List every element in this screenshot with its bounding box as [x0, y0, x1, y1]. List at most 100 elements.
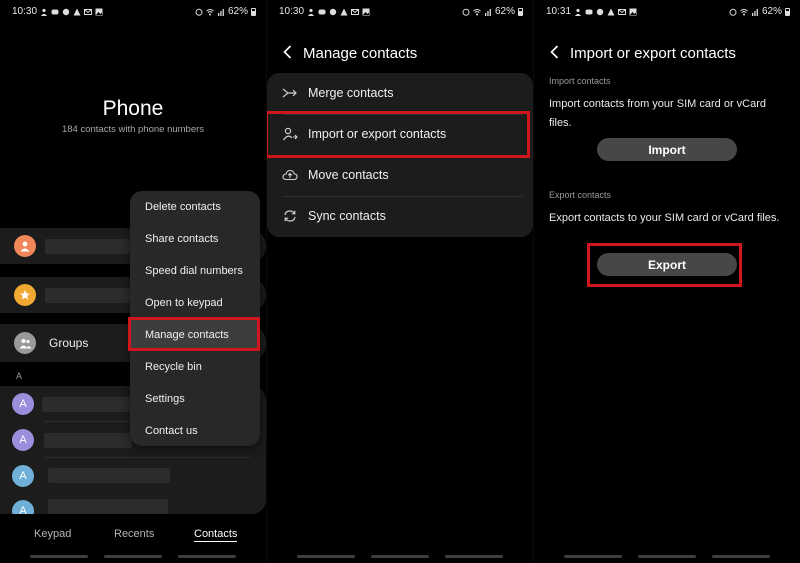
redacted-name: [48, 468, 170, 483]
discord-icon: [318, 8, 326, 16]
section-index-letter: A: [16, 371, 23, 381]
menu-item-contact-us[interactable]: Contact us: [130, 415, 260, 447]
nav-gesture-hint[interactable]: [445, 555, 503, 558]
contact-avatar[interactable]: A: [12, 393, 34, 415]
contacts-screen: 10:30 62% Phone 184 contacts with phone …: [0, 0, 266, 563]
person-notification-icon: [40, 8, 48, 16]
manage-contacts-screen: 10:30 62% Manage contacts Merge contacts…: [267, 0, 533, 563]
cloud-upload-icon: [282, 167, 298, 183]
battery-icon: [518, 7, 523, 16]
chevron-left-icon: [282, 45, 291, 59]
export-section-label: Export contacts: [549, 190, 612, 200]
row-divider: [44, 457, 250, 458]
groups-label: Groups: [49, 336, 89, 350]
import-section-label: Import contacts: [549, 76, 611, 86]
menu-item-settings[interactable]: Settings: [130, 383, 260, 415]
highlight-box: [267, 111, 530, 158]
highlight-box: [587, 243, 742, 287]
back-button[interactable]: [547, 44, 561, 60]
battery-icon: [785, 7, 790, 16]
alert-icon: [607, 8, 615, 16]
battery-percent: 62%: [494, 6, 515, 17]
chat-icon: [329, 8, 337, 16]
favorites-avatar: [14, 284, 36, 306]
merge-contacts-label: Merge contacts: [308, 86, 394, 100]
move-contacts-label: Move contacts: [308, 168, 389, 182]
mail-icon: [351, 8, 360, 16]
page-title: Phone: [102, 97, 164, 120]
redacted-name: [44, 433, 132, 448]
import-button[interactable]: Import: [597, 138, 737, 161]
redacted-name: [42, 397, 130, 412]
menu-item-open-keypad[interactable]: Open to keypad: [130, 287, 260, 319]
battery-percent: 62%: [761, 6, 782, 17]
back-button[interactable]: [280, 44, 294, 60]
redacted-name: [45, 288, 130, 303]
menu-item-delete-contacts[interactable]: Delete contacts: [130, 191, 260, 223]
import-description: Import contacts from your SIM card or vC…: [549, 98, 767, 129]
contact-count: 184 contacts with phone numbers: [61, 124, 205, 135]
alert-icon: [73, 8, 81, 16]
alarm-icon: [195, 8, 203, 16]
nav-gesture-hint[interactable]: [297, 555, 355, 558]
wifi-icon: [473, 8, 481, 16]
contact-avatar[interactable]: A: [12, 465, 34, 487]
contact-avatar[interactable]: A: [12, 429, 34, 451]
merge-contacts-item[interactable]: Merge contacts: [267, 73, 533, 114]
alarm-icon: [729, 8, 737, 16]
highlight-box: [128, 317, 260, 351]
status-time: 10:30: [279, 6, 305, 17]
discord-icon: [585, 8, 593, 16]
menu-item-share-contacts[interactable]: Share contacts: [130, 223, 260, 255]
page-title: Manage contacts: [303, 45, 418, 62]
status-bar: 10:31 62%: [546, 6, 790, 20]
signal-icon: [217, 8, 225, 16]
star-icon: [20, 290, 30, 300]
move-contacts-item[interactable]: Move contacts: [267, 155, 533, 196]
battery-icon: [251, 7, 256, 16]
signal-icon: [484, 8, 492, 16]
sync-contacts-item[interactable]: Sync contacts: [267, 196, 533, 237]
menu-item-speed-dial[interactable]: Speed dial numbers: [130, 255, 260, 287]
export-description: Export contacts to your SIM card or vCar…: [549, 212, 780, 224]
navigation-bar: [534, 555, 800, 559]
tab-recents[interactable]: Recents: [114, 528, 154, 540]
menu-item-recycle-bin[interactable]: Recycle bin: [130, 351, 260, 383]
mail-icon: [618, 8, 627, 16]
alarm-icon: [462, 8, 470, 16]
nav-gesture-hint[interactable]: [30, 555, 88, 558]
navigation-bar: [267, 555, 533, 559]
alert-icon: [340, 8, 348, 16]
nav-gesture-hint[interactable]: [638, 555, 696, 558]
groups-icon: [14, 332, 36, 354]
tab-keypad[interactable]: Keypad: [34, 528, 71, 540]
image-icon: [362, 8, 370, 16]
status-bar: 10:30 62%: [12, 6, 256, 20]
sync-icon: [282, 208, 298, 224]
status-bar: 10:30 62%: [279, 6, 523, 20]
contact-avatar[interactable]: A: [12, 500, 34, 514]
battery-percent: 62%: [227, 6, 248, 17]
status-time: 10:31: [546, 6, 572, 17]
chat-icon: [596, 8, 604, 16]
tab-contacts[interactable]: Contacts: [194, 528, 238, 542]
discord-icon: [51, 8, 59, 16]
page-title: Import or export contacts: [570, 45, 736, 62]
redacted-name: [48, 499, 168, 514]
person-icon: [20, 241, 30, 252]
mail-icon: [84, 8, 93, 16]
bottom-tab-bar: Keypad Recents Contacts: [0, 528, 266, 544]
nav-gesture-hint[interactable]: [564, 555, 622, 558]
redacted-name: [45, 239, 130, 254]
nav-gesture-hint[interactable]: [178, 555, 236, 558]
chat-icon: [62, 8, 70, 16]
navigation-bar: [0, 555, 266, 559]
image-icon: [95, 8, 103, 16]
merge-icon: [282, 85, 298, 101]
profile-avatar: [14, 235, 36, 257]
nav-gesture-hint[interactable]: [104, 555, 162, 558]
person-notification-icon: [307, 8, 315, 16]
sync-contacts-label: Sync contacts: [308, 209, 386, 223]
nav-gesture-hint[interactable]: [371, 555, 429, 558]
nav-gesture-hint[interactable]: [712, 555, 770, 558]
